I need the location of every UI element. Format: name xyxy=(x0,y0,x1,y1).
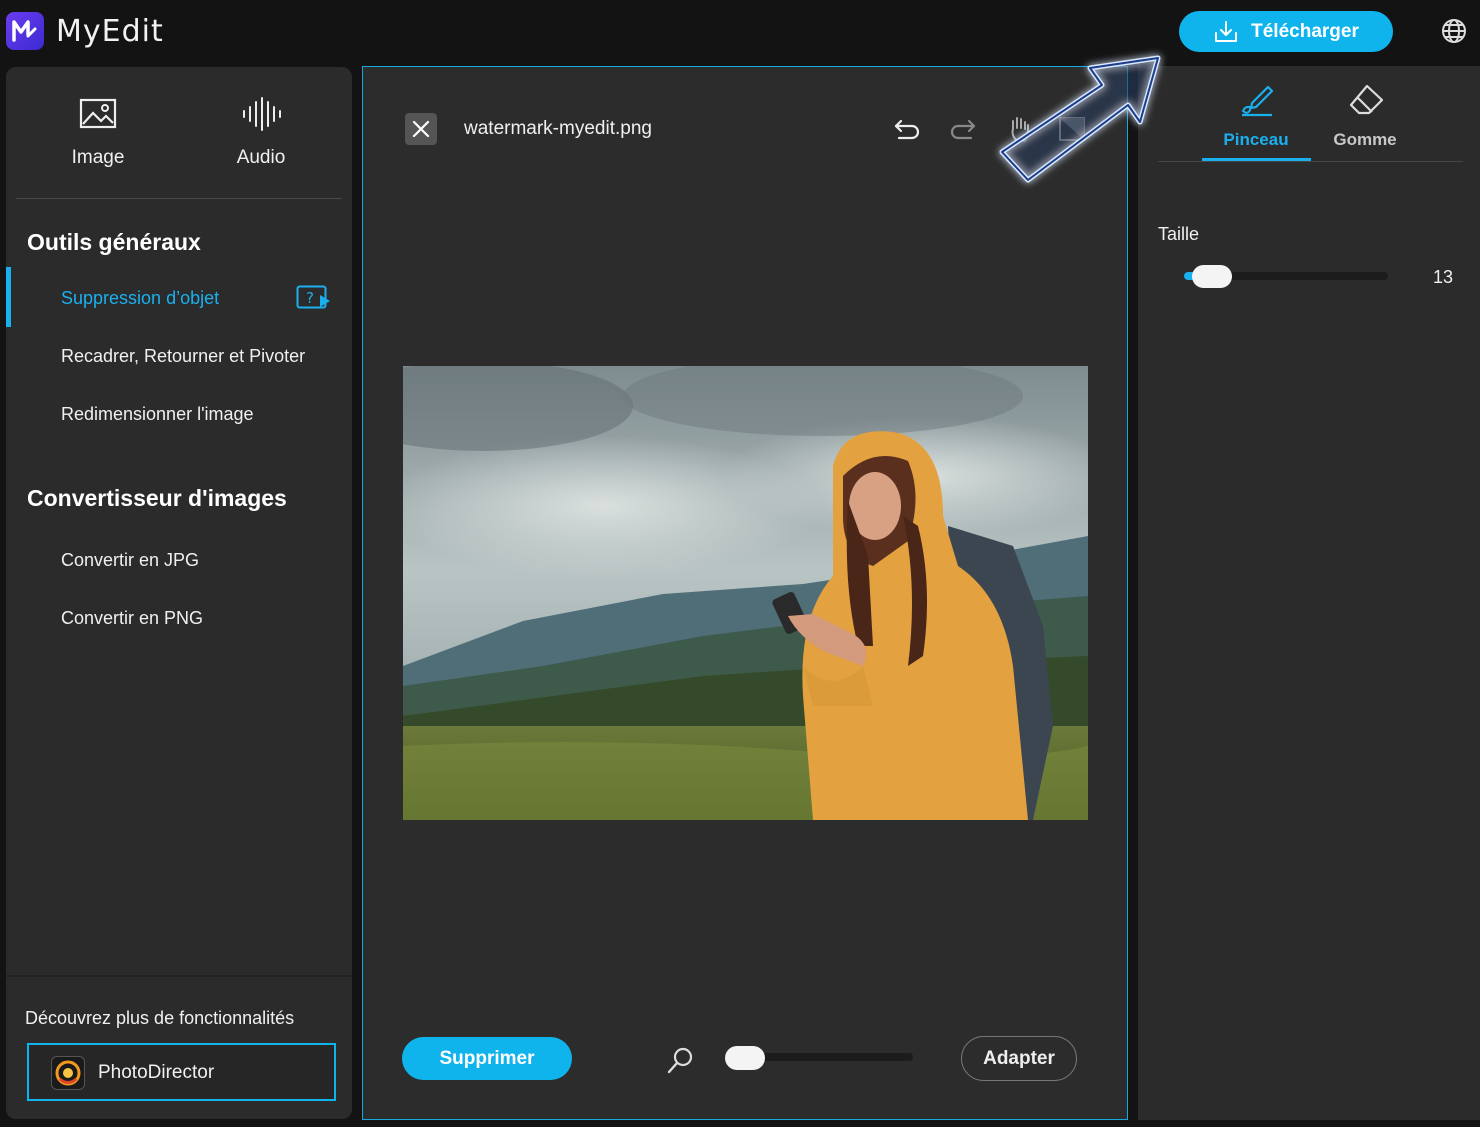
mode-tab-audio[interactable]: Audio xyxy=(176,95,346,175)
image-icon xyxy=(79,98,117,129)
redo-icon[interactable] xyxy=(947,113,979,145)
file-name: watermark-myedit.png xyxy=(464,118,652,139)
zoom-search-icon xyxy=(667,1047,693,1074)
tool-item-crop-flip-rotate[interactable]: Recadrer, Retourner et Pivoter xyxy=(6,327,352,383)
app-name: MyEdit xyxy=(56,14,164,49)
download-label: Télécharger xyxy=(1251,20,1359,42)
photodirector-label: PhotoDirector xyxy=(98,1062,215,1083)
section-title-converter: Convertisseur d'images xyxy=(27,485,287,511)
tool-item-label: Convertir en JPG xyxy=(61,550,200,570)
editor-canvas-panel: watermark-myedit.png Supprimer Adapter xyxy=(362,66,1128,1120)
brush-settings-panel: Pinceau Gomme Taille 13 xyxy=(1138,66,1480,1120)
brush-size-label: Taille xyxy=(1158,224,1200,244)
sidebar-footer: Découvrez plus de fonctionnalités PhotoD… xyxy=(6,975,352,1119)
tool-item-label: Recadrer, Retourner et Pivoter xyxy=(61,346,306,366)
brush-size-value: 13 xyxy=(1433,267,1454,287)
myedit-logo-icon[interactable] xyxy=(6,12,44,50)
close-icon xyxy=(412,120,430,138)
close-button[interactable] xyxy=(405,113,437,145)
tool-item-label: Suppression d’objet xyxy=(61,288,220,308)
mode-tab-label: Image xyxy=(71,147,125,168)
mode-tab-image[interactable]: Image xyxy=(13,95,183,175)
download-button[interactable]: Télécharger xyxy=(1179,11,1393,52)
section-title-general: Outils généraux xyxy=(27,229,201,255)
tool-item-object-removal[interactable]: Suppression d’objet ? xyxy=(6,267,352,327)
delete-button[interactable]: Supprimer xyxy=(402,1037,572,1080)
tab-label: Pinceau xyxy=(1223,130,1289,149)
tab-brush[interactable]: Pinceau xyxy=(1202,82,1310,160)
sidebar: Image Audio Outils généraux Suppression … xyxy=(6,67,352,1119)
top-bar: MyEdit Télécharger xyxy=(0,0,1480,66)
brush-size-slider-thumb[interactable] xyxy=(1191,265,1232,288)
audio-waveform-icon xyxy=(243,97,281,131)
brush-icon xyxy=(1241,85,1274,117)
tool-item-convert-jpg[interactable]: Convertir en JPG xyxy=(6,531,352,587)
highlight-arrow-icon xyxy=(999,55,1161,183)
tool-item-resize[interactable]: Redimensionner l'image xyxy=(6,385,352,441)
active-indicator xyxy=(6,267,11,327)
video-help-icon[interactable]: ? xyxy=(296,285,332,311)
photodirector-logo-icon xyxy=(51,1056,85,1090)
active-tab-underline xyxy=(1202,158,1311,161)
zoom-slider-thumb[interactable] xyxy=(725,1046,765,1070)
tab-divider xyxy=(1158,161,1463,162)
divider xyxy=(16,198,342,199)
eraser-icon xyxy=(1349,84,1384,115)
globe-icon[interactable] xyxy=(1440,17,1468,45)
undo-icon[interactable] xyxy=(891,113,923,145)
discover-label: Découvrez plus de fonctionnalités xyxy=(25,1008,295,1028)
photo-hiker-image xyxy=(403,366,1088,820)
uploaded-photo[interactable] xyxy=(403,366,1088,820)
tool-item-label: Redimensionner l'image xyxy=(61,404,254,424)
tab-eraser[interactable]: Gomme xyxy=(1311,82,1419,160)
download-icon xyxy=(1215,20,1238,42)
tool-item-label: Convertir en PNG xyxy=(61,608,204,628)
tool-item-convert-png[interactable]: Convertir en PNG xyxy=(6,589,352,645)
fit-button[interactable]: Adapter xyxy=(961,1036,1077,1081)
svg-text:?: ? xyxy=(306,289,314,307)
tab-label: Gomme xyxy=(1333,130,1397,149)
mode-tab-label: Audio xyxy=(236,147,286,168)
photodirector-button[interactable]: PhotoDirector xyxy=(27,1043,336,1101)
